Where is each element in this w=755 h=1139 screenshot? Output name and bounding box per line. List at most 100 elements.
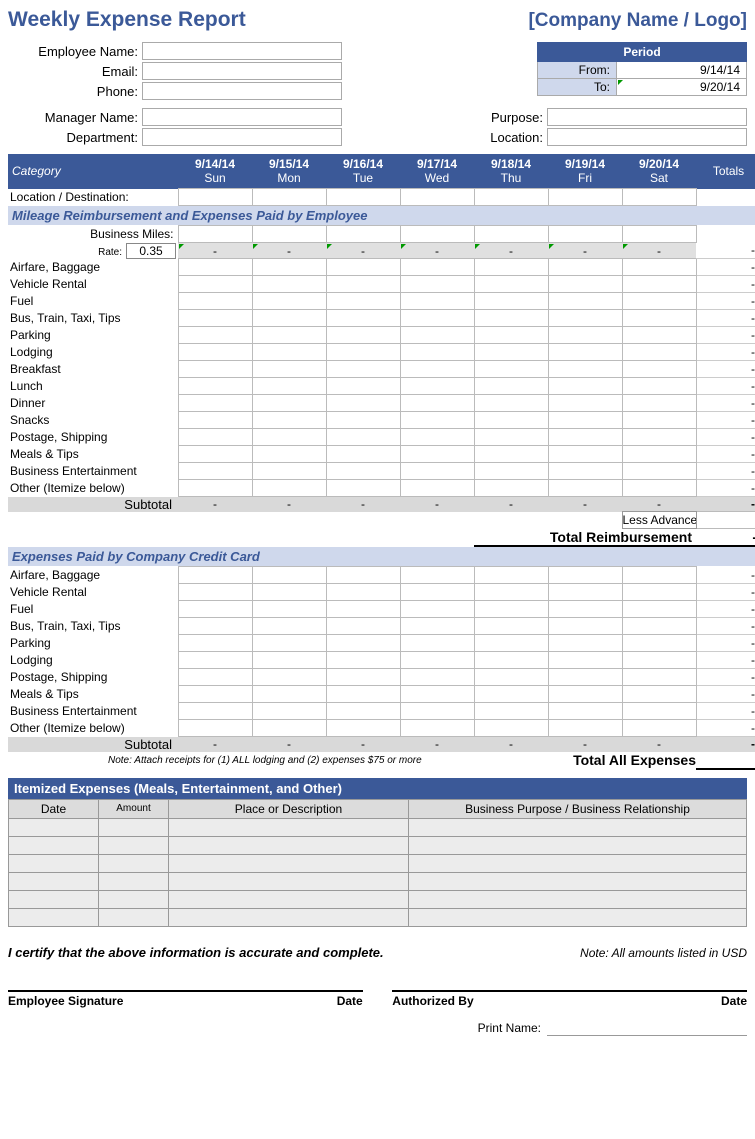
- table-cell[interactable]: [178, 463, 252, 480]
- itemized-cell[interactable]: [99, 872, 169, 890]
- table-cell[interactable]: [326, 446, 400, 463]
- table-cell[interactable]: [622, 293, 696, 310]
- table-cell[interactable]: [400, 703, 474, 720]
- table-cell[interactable]: [178, 259, 252, 276]
- itemized-cell[interactable]: [169, 818, 409, 836]
- table-cell[interactable]: [548, 327, 622, 344]
- table-cell[interactable]: [474, 226, 548, 243]
- table-cell[interactable]: [326, 344, 400, 361]
- table-cell[interactable]: [622, 635, 696, 652]
- table-cell[interactable]: [622, 720, 696, 737]
- table-cell[interactable]: [178, 480, 252, 497]
- table-cell[interactable]: [400, 686, 474, 703]
- table-cell[interactable]: [252, 567, 326, 584]
- table-cell[interactable]: [400, 429, 474, 446]
- table-cell[interactable]: [178, 310, 252, 327]
- table-cell[interactable]: [474, 703, 548, 720]
- table-cell[interactable]: [474, 669, 548, 686]
- table-cell[interactable]: [548, 584, 622, 601]
- table-cell[interactable]: [474, 446, 548, 463]
- table-cell[interactable]: [178, 446, 252, 463]
- table-cell[interactable]: [400, 344, 474, 361]
- table-cell[interactable]: [252, 327, 326, 344]
- table-cell[interactable]: [178, 378, 252, 395]
- table-cell[interactable]: [252, 601, 326, 618]
- table-cell[interactable]: [326, 327, 400, 344]
- table-cell[interactable]: [622, 276, 696, 293]
- table-cell[interactable]: [548, 720, 622, 737]
- location-input[interactable]: [547, 128, 747, 146]
- table-cell[interactable]: [622, 686, 696, 703]
- table-cell[interactable]: [622, 703, 696, 720]
- table-cell[interactable]: [622, 344, 696, 361]
- itemized-cell[interactable]: [409, 818, 747, 836]
- table-cell[interactable]: [474, 361, 548, 378]
- table-cell[interactable]: [548, 276, 622, 293]
- table-cell[interactable]: [326, 189, 400, 206]
- table-cell[interactable]: [252, 463, 326, 480]
- table-cell[interactable]: [622, 584, 696, 601]
- table-cell[interactable]: [474, 327, 548, 344]
- table-cell[interactable]: [548, 189, 622, 206]
- itemized-cell[interactable]: [169, 836, 409, 854]
- manager-input[interactable]: [142, 108, 342, 126]
- itemized-cell[interactable]: [409, 890, 747, 908]
- table-cell[interactable]: [400, 293, 474, 310]
- table-cell[interactable]: [622, 395, 696, 412]
- table-cell[interactable]: [178, 395, 252, 412]
- rate-input[interactable]: [126, 243, 176, 259]
- table-cell[interactable]: [474, 344, 548, 361]
- table-cell[interactable]: [326, 378, 400, 395]
- table-cell[interactable]: [548, 361, 622, 378]
- itemized-cell[interactable]: [99, 854, 169, 872]
- table-cell[interactable]: [548, 226, 622, 243]
- table-cell[interactable]: [474, 463, 548, 480]
- table-cell[interactable]: [622, 652, 696, 669]
- table-cell[interactable]: [474, 686, 548, 703]
- table-cell[interactable]: [622, 327, 696, 344]
- table-cell[interactable]: [178, 720, 252, 737]
- table-cell[interactable]: [252, 446, 326, 463]
- table-cell[interactable]: [252, 480, 326, 497]
- table-cell[interactable]: [326, 310, 400, 327]
- table-cell[interactable]: [474, 395, 548, 412]
- table-cell[interactable]: [474, 429, 548, 446]
- table-cell[interactable]: [400, 618, 474, 635]
- table-cell[interactable]: [400, 601, 474, 618]
- table-cell[interactable]: [178, 635, 252, 652]
- table-cell[interactable]: [474, 618, 548, 635]
- table-cell[interactable]: [400, 189, 474, 206]
- itemized-cell[interactable]: [99, 908, 169, 926]
- table-cell[interactable]: [326, 669, 400, 686]
- itemized-cell[interactable]: [9, 908, 99, 926]
- table-cell[interactable]: [326, 567, 400, 584]
- table-cell[interactable]: [400, 652, 474, 669]
- table-cell[interactable]: [474, 567, 548, 584]
- table-cell[interactable]: [400, 584, 474, 601]
- table-cell[interactable]: [326, 601, 400, 618]
- table-cell[interactable]: [178, 429, 252, 446]
- email-input[interactable]: [142, 62, 342, 80]
- table-cell[interactable]: [474, 293, 548, 310]
- table-cell[interactable]: [622, 463, 696, 480]
- table-cell[interactable]: [474, 189, 548, 206]
- table-cell[interactable]: [252, 584, 326, 601]
- table-cell[interactable]: [474, 412, 548, 429]
- table-cell[interactable]: [548, 446, 622, 463]
- table-cell[interactable]: [622, 669, 696, 686]
- table-cell[interactable]: [400, 259, 474, 276]
- table-cell[interactable]: [548, 310, 622, 327]
- itemized-cell[interactable]: [409, 908, 747, 926]
- table-cell[interactable]: [400, 395, 474, 412]
- table-cell[interactable]: [252, 412, 326, 429]
- table-cell[interactable]: [178, 293, 252, 310]
- table-cell[interactable]: [622, 412, 696, 429]
- table-cell[interactable]: [326, 463, 400, 480]
- table-cell[interactable]: [622, 361, 696, 378]
- itemized-cell[interactable]: [9, 854, 99, 872]
- table-cell[interactable]: [474, 635, 548, 652]
- table-cell[interactable]: [178, 686, 252, 703]
- table-cell[interactable]: [252, 378, 326, 395]
- table-cell[interactable]: [252, 703, 326, 720]
- table-cell[interactable]: [548, 601, 622, 618]
